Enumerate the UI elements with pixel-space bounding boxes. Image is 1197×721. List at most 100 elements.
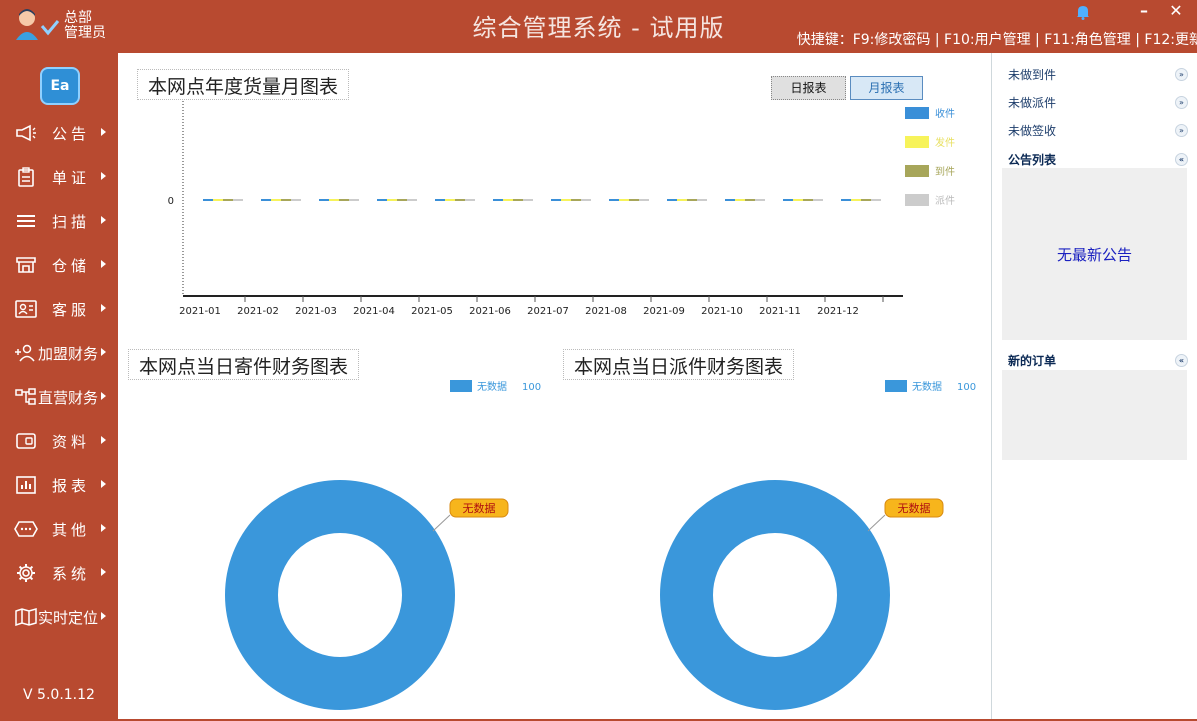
bar-到件 [861,199,871,201]
expand-icon[interactable]: » [1175,68,1188,81]
bar-收件 [783,199,793,201]
bar-到件 [455,199,465,201]
submenu-arrow-icon [101,392,106,400]
bar-派件 [233,199,243,201]
wallet-icon [14,431,38,451]
new-orders-box [1002,370,1187,460]
bar-收件 [667,199,677,201]
bar-发件 [387,199,397,201]
callout-line [432,514,451,532]
bar-收件 [261,199,271,201]
sidebar-item-reports[interactable]: 报表 [0,463,118,507]
scan-lines-icon [14,211,38,231]
dashboard-main: 本网点年度货量月图表 日报表 月报表 0 2021-01 2021-02 2021-0… [118,53,991,719]
callout-line [867,514,886,532]
sidebar-item-label: 公告 [52,124,91,143]
bar-派件 [581,199,591,201]
shortcut-hints: 快捷键：F9:修改密码 | F10:用户管理 | F11:角色管理 | F12:… [796,32,1197,48]
monthly-report-button[interactable]: 月报表 [850,76,923,100]
x-tick-label: 2021-02 [237,306,279,317]
submenu-arrow-icon [101,348,106,356]
pending-signoff-item[interactable]: 未做签收 » [1008,122,1188,140]
callout-label: 无数据 [449,498,509,518]
legend-swatch [905,194,929,206]
submenu-arrow-icon [101,524,106,532]
sidebar-item-label: 报表 [52,476,91,495]
bar-到件 [629,199,639,201]
legend-label: 无数据 [912,380,942,393]
sidebar-item-scan[interactable]: 扫描 [0,199,118,243]
minimize-button[interactable]: – [1131,2,1157,20]
notice-list-box: 无最新公告 [1002,168,1187,340]
sidebar-item-system[interactable]: 系统 [0,551,118,595]
bar-派件 [639,199,649,201]
bar-收件 [377,199,387,201]
sidebar-item-label: 单证 [52,168,91,187]
version-label: V 5.0.1.12 [23,687,95,703]
bar-派件 [813,199,823,201]
sidebar-item-label: 仓储 [52,256,91,275]
sidebar: Ea 公告 单证 扫描 仓储 客服 加盟财务 直营财务 资料 报表 其他 系统 … [0,53,118,721]
bar-report-icon [14,475,38,495]
new-orders-header[interactable]: 新的订单 « [1008,352,1188,370]
bar-收件 [609,199,619,201]
submenu-arrow-icon [101,216,106,224]
bar-发件 [735,199,745,201]
x-tick-label: 2021-04 [353,306,395,317]
legend-swatch [905,107,929,119]
send-finance-pie-chart: 无数据 100 无数据 [225,380,541,710]
legend-swatch [450,380,472,392]
legend-label: 派件 [935,195,955,207]
sidebar-item-label: 资料 [52,432,91,451]
pending-arrival-label: 未做到件 [1008,68,1057,82]
daily-report-button[interactable]: 日报表 [771,76,846,100]
expand-icon[interactable]: » [1175,124,1188,137]
collapse-icon[interactable]: « [1175,153,1188,166]
bar-发件 [851,199,861,201]
bar-到件 [281,199,291,201]
contact-card-icon [14,299,38,319]
pending-arrival-item[interactable]: 未做到件 » [1008,66,1188,84]
legend-label: 发件 [935,136,955,149]
bell-icon[interactable] [1076,4,1090,20]
sidebar-item-franchise-finance[interactable]: 加盟财务 [0,331,118,375]
bar-派件 [697,199,707,201]
bar-发件 [561,199,571,201]
notice-list-header[interactable]: 公告列表 « [1008,151,1188,169]
legend-swatch [905,136,929,148]
legend-label: 到件 [935,166,955,178]
right-panel: 未做到件 » 未做派件 » 未做签收 » 公告列表 « 无最新公告 新的订单 « [991,53,1197,721]
submenu-arrow-icon [101,260,106,268]
bar-派件 [407,199,417,201]
x-tick-label: 2021-03 [295,306,337,317]
bar-发件 [619,199,629,201]
x-tick-label: 2021-07 [527,306,569,317]
sidebar-item-warehouse[interactable]: 仓储 [0,243,118,287]
sidebar-item-documents[interactable]: 单证 [0,155,118,199]
sidebar-item-other[interactable]: 其他 [0,507,118,551]
collapse-icon[interactable]: « [1175,354,1188,367]
bar-发件 [677,199,687,201]
sidebar-item-direct-finance[interactable]: 直营财务 [0,375,118,419]
pending-dispatch-label: 未做派件 [1008,96,1057,110]
expand-icon[interactable]: » [1175,96,1188,109]
sidebar-item-label: 直营财务 [38,388,99,407]
legend-label: 收件 [935,107,955,120]
notice-list-title: 公告列表 [1008,153,1057,167]
app-logo: Ea [40,67,80,105]
sidebar-item-announcement[interactable]: 公告 [0,111,118,155]
org-chart-icon [14,387,38,407]
x-tick-label: 2021-01 [179,306,221,317]
pending-dispatch-item[interactable]: 未做派件 » [1008,94,1188,112]
store-icon [14,255,38,275]
callout-label: 无数据 [884,498,944,518]
sidebar-item-realtime-location[interactable]: 实时定位 [0,595,118,639]
close-button[interactable]: ✕ [1163,2,1189,20]
submenu-arrow-icon [101,568,106,576]
legend-label: 无数据 [477,380,507,393]
sidebar-menu: 公告 单证 扫描 仓储 客服 加盟财务 直营财务 资料 报表 其他 系统 实时定… [0,111,118,639]
sidebar-item-data[interactable]: 资料 [0,419,118,463]
bar-发件 [271,199,281,201]
sidebar-item-customer-service[interactable]: 客服 [0,287,118,331]
submenu-arrow-icon [101,612,106,620]
